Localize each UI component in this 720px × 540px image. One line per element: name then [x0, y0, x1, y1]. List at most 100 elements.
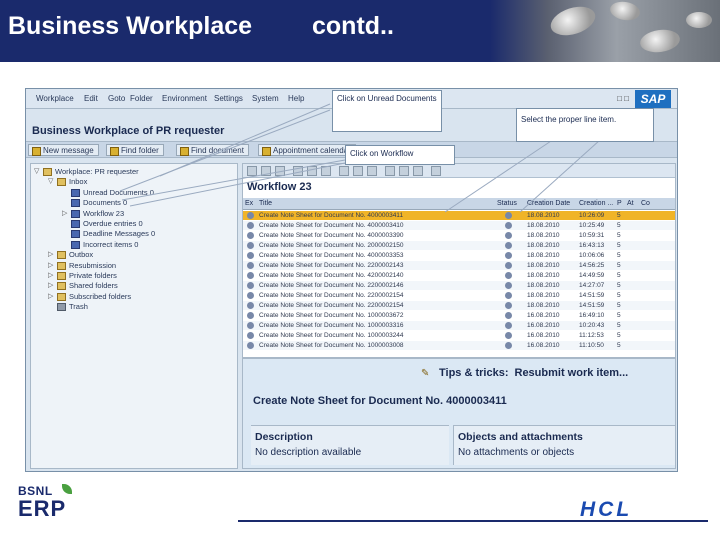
grid-tool-icon-5[interactable]	[307, 166, 317, 176]
row-title: Create Note Sheet for Document No. 10000…	[259, 312, 404, 319]
menu-goto[interactable]: Goto	[108, 94, 125, 103]
grid-tool-icon-9[interactable]	[367, 166, 377, 176]
slide-title: Business Workplace	[8, 12, 253, 40]
table-row[interactable]: Create Note Sheet for Document No. 22000…	[243, 301, 675, 310]
column-header-3[interactable]: Status	[497, 200, 517, 207]
row-time: 11:10:50	[579, 342, 604, 349]
row-date: 16.08.2010	[527, 312, 560, 319]
row-priority: 5	[617, 262, 621, 269]
row-time: 14:51:59	[579, 292, 605, 299]
toolbar-button-2[interactable]: Find folder	[106, 144, 164, 156]
preview-heading: Create Note Sheet for Document No. 40000…	[253, 395, 507, 407]
folder-icon	[43, 168, 52, 176]
column-header-2[interactable]: Title	[259, 200, 272, 207]
column-header-6[interactable]: P	[617, 200, 622, 207]
grid-tool-icon-7[interactable]	[339, 166, 349, 176]
expand-closed-icon[interactable]: ▷	[48, 261, 53, 271]
table-row[interactable]: Create Note Sheet for Document No. 22000…	[243, 261, 675, 270]
toolbar-button-3[interactable]: Find document	[176, 144, 249, 156]
expand-closed-icon[interactable]: ▷	[48, 281, 53, 291]
tree-item-5[interactable]: ▷ Workflow 23	[62, 209, 124, 219]
row-priority: 5	[617, 322, 621, 329]
grid-header: Ex Title Status Creation Date Creation ... P A…	[243, 198, 675, 210]
folder-icon	[57, 292, 66, 301]
grid-tool-icon-1[interactable]	[247, 166, 257, 176]
grid-tool-icon-11[interactable]	[399, 166, 409, 176]
tree-item-2[interactable]: ▽ Inbox	[48, 177, 87, 187]
tree-item-10[interactable]: ▷ Resubmission	[48, 261, 116, 271]
grid-tool-icon-2[interactable]	[261, 166, 271, 176]
row-priority: 5	[617, 272, 621, 279]
column-header-8[interactable]: Co	[641, 200, 650, 207]
column-header-7[interactable]: At	[627, 200, 634, 207]
toolbar-button-4[interactable]: Appointment calendar	[258, 144, 356, 156]
tree-item-label: Outbox	[69, 250, 94, 260]
menu-folder[interactable]: Folder	[130, 94, 153, 103]
menu-help[interactable]: Help	[288, 94, 304, 103]
table-row[interactable]: Create Note Sheet for Document No. 40000…	[243, 231, 675, 240]
status-icon	[505, 322, 512, 329]
expand-closed-icon[interactable]: ▷	[48, 271, 53, 281]
column-header-4[interactable]: Creation Date	[527, 200, 570, 207]
workitem-icon	[247, 302, 254, 309]
slide: Business Workplace contd.. Workplace Edit…	[0, 0, 720, 540]
tree-item-7[interactable]: Deadline Messages 0	[71, 229, 155, 239]
tree-item-9[interactable]: ▷ Outbox	[48, 250, 94, 260]
status-icon	[505, 242, 512, 249]
table-row[interactable]: Create Note Sheet for Document No. 20000…	[243, 241, 675, 250]
workitem-icon	[247, 242, 254, 249]
grid-tool-icon-3[interactable]	[275, 166, 285, 176]
table-row[interactable]: Create Note Sheet for Document No. 10000…	[243, 321, 675, 330]
tree-item-label: Private folders	[69, 271, 117, 280]
expand-closed-icon[interactable]: ▷	[48, 292, 53, 302]
menu-workplace[interactable]: Workplace	[36, 94, 74, 103]
column-header-5[interactable]: Creation ...	[579, 200, 613, 207]
expand-closed-icon[interactable]: ▷	[48, 250, 53, 260]
menu-edit[interactable]: Edit	[84, 94, 98, 103]
table-row[interactable]: Create Note Sheet for Document No. 10000…	[243, 341, 675, 350]
preview-pane: ✎ Tips & tricks: Resubmit work item... Cr…	[243, 357, 675, 468]
expand-closed-icon[interactable]: ▷	[62, 209, 67, 219]
grid-tool-icon-12[interactable]	[413, 166, 423, 176]
tree-item-14[interactable]: Trash	[57, 302, 88, 312]
table-row[interactable]: Create Note Sheet for Document No. 22000…	[243, 291, 675, 300]
row-date: 18.08.2010	[527, 292, 560, 299]
table-row[interactable]: Create Note Sheet for Document No. 42000…	[243, 271, 675, 280]
toolbar-button-1[interactable]: New message	[28, 144, 99, 156]
table-row[interactable]: Create Note Sheet for Document No. 10000…	[243, 311, 675, 320]
tree-item-8[interactable]: Incorrect items 0	[71, 240, 138, 250]
row-title: Create Note Sheet for Document No. 40000…	[259, 232, 404, 239]
table-row[interactable]: Create Note Sheet for Document No. 40000…	[243, 211, 675, 220]
grid-tool-icon-8[interactable]	[353, 166, 363, 176]
callout-unread-documents: Click on Unread Documents	[332, 90, 442, 132]
grid-tool-icon-10[interactable]	[385, 166, 395, 176]
table-row[interactable]: Create Note Sheet for Document No. 10000…	[243, 331, 675, 340]
row-time: 14:27:07	[579, 282, 605, 289]
grid-tool-icon-13[interactable]	[431, 166, 441, 176]
menu-settings[interactable]: Settings	[214, 94, 243, 103]
row-title: Create Note Sheet for Document No. 10000…	[259, 342, 404, 349]
table-row[interactable]: Create Note Sheet for Document No. 22000…	[243, 281, 675, 290]
objects-value: No attachments or objects	[458, 447, 575, 458]
tree-item-4[interactable]: Documents 0	[71, 198, 127, 208]
tips-link[interactable]: Resubmit work item...	[515, 367, 629, 379]
tree-item-13[interactable]: ▷ Subscribed folders	[48, 292, 131, 302]
tips-and-tricks: Tips & tricks: Resubmit work item...	[439, 367, 628, 379]
menu-system[interactable]: System	[252, 94, 279, 103]
row-title: Create Note Sheet for Document No. 40000…	[259, 222, 404, 229]
row-title: Create Note Sheet for Document No. 42000…	[259, 272, 404, 279]
expand-open-icon[interactable]: ▽	[34, 167, 39, 177]
menu-environment[interactable]: Environment	[162, 94, 207, 103]
tree-item-1[interactable]: ▽ Workplace: PR requester	[34, 167, 139, 177]
grid-tool-icon-4[interactable]	[293, 166, 303, 176]
expand-open-icon[interactable]: ▽	[48, 177, 53, 187]
table-row[interactable]: Create Note Sheet for Document No. 40000…	[243, 251, 675, 260]
tree-item-6[interactable]: Overdue entries 0	[71, 219, 143, 229]
window-controls[interactable]: □ □	[617, 94, 629, 103]
tree-item-3[interactable]: Unread Documents 0	[71, 188, 154, 198]
tree-item-12[interactable]: ▷ Shared folders	[48, 281, 118, 291]
column-header-1[interactable]: Ex	[245, 200, 253, 207]
tree-item-11[interactable]: ▷ Private folders	[48, 271, 117, 281]
table-row[interactable]: Create Note Sheet for Document No. 40000…	[243, 221, 675, 230]
grid-tool-icon-6[interactable]	[321, 166, 331, 176]
